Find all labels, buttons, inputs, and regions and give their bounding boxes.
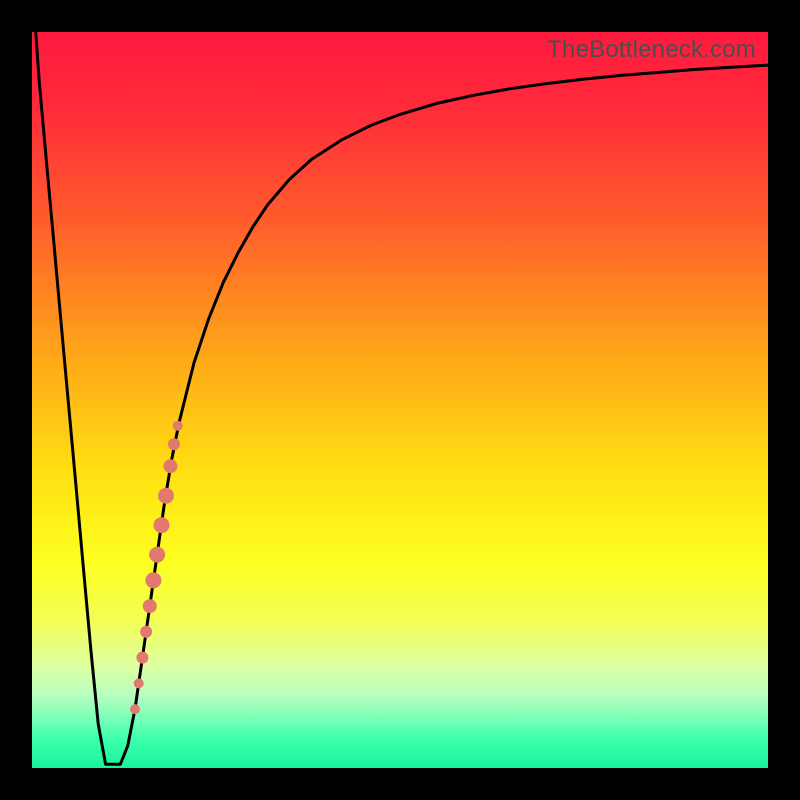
- marker-dot: [134, 678, 144, 688]
- marker-dot: [143, 599, 157, 613]
- chart-frame: TheBottleneck.com: [0, 0, 800, 800]
- marker-dot: [145, 572, 161, 588]
- marker-dot: [130, 704, 140, 714]
- plot-area: TheBottleneck.com: [32, 32, 768, 768]
- marker-dot: [168, 438, 180, 450]
- marker-dot: [173, 421, 183, 431]
- marker-dot: [154, 517, 170, 533]
- curve-layer: [32, 32, 768, 768]
- marker-dot: [149, 547, 165, 563]
- marker-dot: [136, 652, 148, 664]
- marker-dot: [158, 488, 174, 504]
- marker-dot: [163, 459, 177, 473]
- marker-dot: [140, 626, 152, 638]
